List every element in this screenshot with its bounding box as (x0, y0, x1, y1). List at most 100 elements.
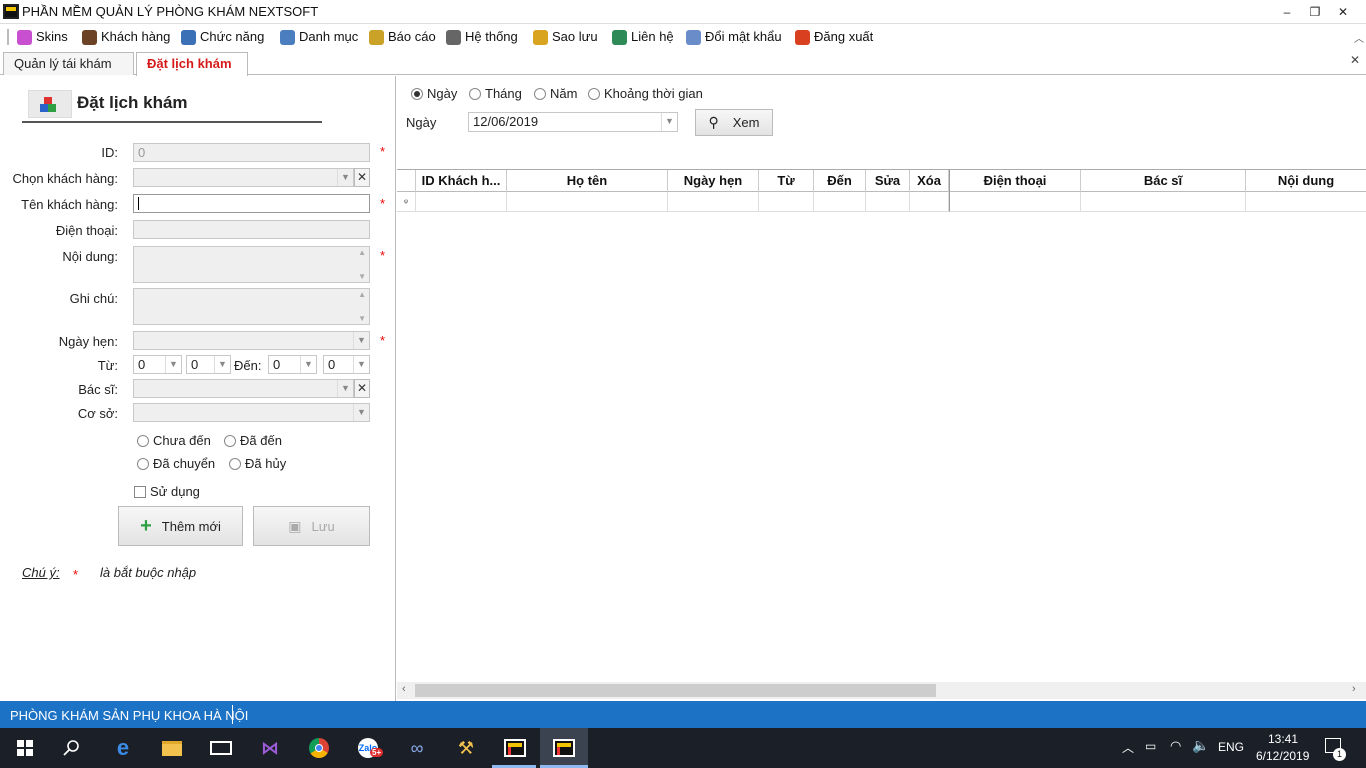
facility-select[interactable]: ▼ (133, 403, 370, 422)
customer-select-dropdown[interactable]: ▼ (133, 168, 354, 187)
to-minute-select[interactable]: 0 ▼ (323, 355, 370, 374)
from-minute-select[interactable]: 0 ▼ (186, 355, 231, 374)
status-not-arrived-radio[interactable]: Chưa đến (137, 433, 211, 448)
note-prefix: Chú ý: (22, 565, 60, 580)
file-explorer-icon[interactable] (157, 734, 187, 762)
scrollbar-thumb[interactable] (415, 684, 936, 697)
clear-customer-button[interactable]: ✕ (354, 168, 370, 187)
menu-item-label: Sao lưu (552, 29, 598, 44)
tools-app-icon[interactable]: ⚒ (451, 734, 481, 762)
add-new-button[interactable]: + Thêm mới (118, 506, 243, 546)
col-header-doctor[interactable]: Bác sĩ (1081, 170, 1246, 192)
menu-item-catalog[interactable]: Danh mục (280, 25, 358, 49)
edge-browser-icon[interactable]: e (108, 734, 138, 762)
period-range-radio[interactable]: Khoảng thời gian (588, 86, 703, 101)
filter-cell[interactable] (1081, 192, 1246, 212)
col-header-appointment-date[interactable]: Ngày hẹn (668, 170, 759, 192)
scroll-right-icon[interactable]: › (1352, 683, 1356, 695)
battery-icon[interactable]: ▭ (1145, 739, 1156, 753)
menu-item-report[interactable]: Báo cáo (369, 25, 436, 49)
view-button[interactable]: ⚲ Xem (695, 109, 773, 136)
menu-bar: Skins Khách hàng Chức năng Danh mục Báo cáo H… (0, 25, 1366, 49)
menu-item-system-gear[interactable]: Hệ thống (446, 25, 518, 49)
customer-name-input[interactable] (133, 194, 370, 213)
period-year-radio[interactable]: Năm (534, 86, 577, 101)
volume-icon[interactable]: 🔈 (1192, 737, 1209, 754)
nextsoft-app-icon[interactable] (500, 734, 530, 762)
col-header-content[interactable]: Nội dung (1246, 170, 1366, 192)
horizontal-scrollbar[interactable]: ‹ › (397, 682, 1366, 699)
plus-icon: + (140, 514, 152, 537)
status-cancelled-radio[interactable]: Đã hủy (229, 456, 286, 471)
filter-cell[interactable] (416, 192, 507, 212)
menu-item-password-key[interactable]: Đổi mật khẩu (686, 25, 782, 49)
menu-item-label: Skins (36, 29, 68, 44)
zalo-icon[interactable]: Zalo 5+ (353, 734, 384, 762)
menu-item-logout[interactable]: Đăng xuất (795, 25, 873, 49)
appointment-date-picker[interactable]: ▼ (133, 331, 370, 350)
filter-cell[interactable] (507, 192, 668, 212)
close-tab-icon[interactable]: ✕ (1350, 53, 1360, 67)
menu-item-contact-person[interactable]: Liên hệ (612, 25, 674, 49)
menu-item-functions[interactable]: Chức năng (181, 25, 264, 49)
filter-cell[interactable] (949, 192, 1081, 212)
note-textarea[interactable]: ▲ ▼ (133, 288, 370, 325)
menu-item-customer-person[interactable]: Khách hàng (82, 25, 170, 49)
filter-cell[interactable] (668, 192, 759, 212)
from-hour-select[interactable]: 0 ▼ (133, 355, 182, 374)
menu-item-label: Hệ thống (465, 29, 518, 44)
filter-cell[interactable] (759, 192, 814, 212)
period-month-radio[interactable]: Tháng (469, 86, 522, 101)
clock-date[interactable]: 6/12/2019 (1256, 749, 1309, 763)
menu-chevron-up-icon[interactable]: ︿ (1354, 30, 1364, 45)
scroll-down-icon: ▼ (358, 314, 366, 323)
menu-item-backup-database[interactable]: Sao lưu (533, 25, 598, 49)
status-transferred-radio[interactable]: Đã chuyển (137, 456, 215, 471)
filter-cell[interactable] (814, 192, 866, 212)
in-use-checkbox[interactable]: Sử dụng (134, 484, 200, 499)
filter-cell[interactable] (1246, 192, 1366, 212)
visual-studio-icon[interactable]: ⋈ (255, 734, 285, 762)
appointment-list-panel: Ngày Tháng Năm Khoảng thời gian Ngày 12/… (397, 76, 1366, 725)
col-header-customer-id[interactable]: ID Khách h... (416, 170, 507, 192)
doctor-select[interactable]: ▼ (133, 379, 354, 398)
infinity-app-icon[interactable]: ∞ (402, 734, 432, 762)
save-button[interactable]: ▣ Lưu (253, 506, 370, 546)
date-picker[interactable]: 12/06/2019 ▼ (468, 112, 678, 132)
period-day-radio[interactable]: Ngày (411, 86, 457, 101)
tab-book-appointment[interactable]: Đặt lịch khám (136, 52, 248, 76)
to-hour-select[interactable]: 0 ▼ (268, 355, 317, 374)
col-header-from[interactable]: Từ (759, 170, 814, 192)
col-header-full-name[interactable]: Họ tên (507, 170, 668, 192)
status-arrived-radio[interactable]: Đã đến (224, 433, 282, 448)
tab-re-examination[interactable]: Quản lý tái khám (3, 52, 134, 75)
search-icon[interactable] (57, 734, 87, 762)
wifi-icon[interactable]: ◠ (1170, 738, 1181, 754)
filter-cell[interactable] (910, 192, 949, 212)
chrome-icon[interactable] (304, 734, 334, 762)
clear-doctor-button[interactable]: ✕ (354, 379, 370, 398)
scroll-left-icon[interactable]: ‹ (402, 683, 406, 695)
doctor-label: Bác sĩ: (78, 382, 118, 397)
password-key-icon (686, 29, 701, 45)
minimize-button[interactable]: – (1274, 2, 1300, 22)
windows-start-icon[interactable] (10, 734, 40, 762)
clock-time[interactable]: 13:41 (1268, 732, 1298, 746)
col-header-edit[interactable]: Sửa (866, 170, 910, 192)
nextsoft-active-app-icon[interactable] (549, 734, 579, 762)
language-indicator[interactable]: ENG (1218, 740, 1244, 754)
col-header-delete[interactable]: Xóa (910, 170, 949, 192)
mail-icon[interactable] (206, 734, 236, 762)
phone-input[interactable] (133, 220, 370, 239)
restore-button[interactable]: ❐ (1302, 2, 1328, 22)
filter-cell[interactable] (866, 192, 910, 212)
content-textarea[interactable]: ▲ ▼ (133, 246, 370, 283)
col-header-phone[interactable]: Điện thoại (949, 170, 1081, 192)
status-divider (232, 705, 233, 724)
close-button[interactable]: ✕ (1330, 2, 1356, 22)
show-hidden-icons-icon[interactable]: ︿ (1122, 739, 1134, 756)
menu-item-skins-palette[interactable]: Skins (17, 25, 68, 49)
appointment-form-panel: Đặt lịch khám ID: 0 * Chọn khách hàng: ▼… (0, 76, 396, 701)
from-label: Từ: (97, 358, 118, 373)
col-header-to[interactable]: Đến (814, 170, 866, 192)
